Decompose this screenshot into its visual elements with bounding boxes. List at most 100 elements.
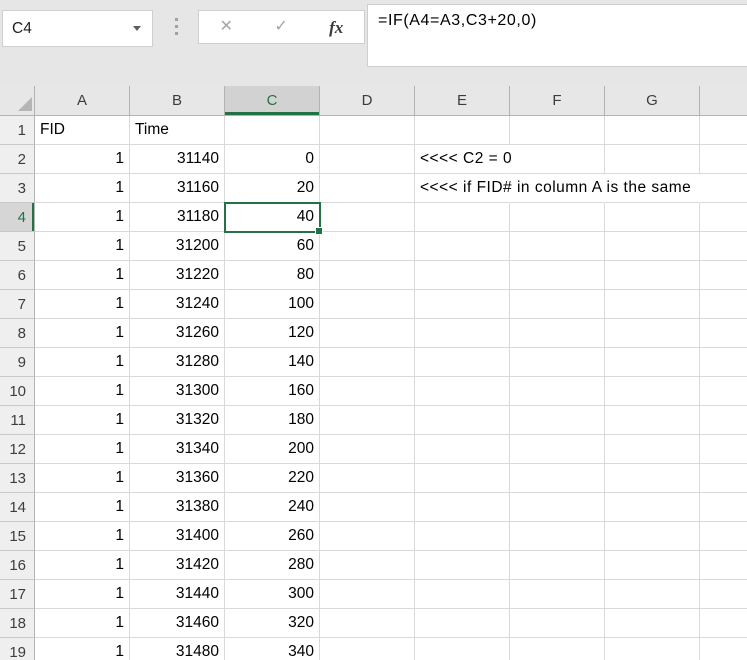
fill-handle[interactable] — [315, 227, 323, 235]
cell-B13[interactable]: 31360 — [130, 464, 225, 493]
cell-D11[interactable] — [320, 406, 415, 435]
cell-C4[interactable]: 40 — [225, 203, 320, 232]
cell-A1[interactable]: FID — [35, 116, 130, 145]
cell-B15[interactable]: 31400 — [130, 522, 225, 551]
cell-G8[interactable] — [605, 319, 700, 348]
cell-D3[interactable] — [320, 174, 415, 203]
cell-B19[interactable]: 31480 — [130, 638, 225, 660]
cell-E17[interactable] — [415, 580, 510, 609]
cell-E1[interactable] — [415, 116, 510, 145]
cell-C13[interactable]: 220 — [225, 464, 320, 493]
column-header-C[interactable]: C — [225, 86, 320, 116]
cell-B16[interactable]: 31420 — [130, 551, 225, 580]
cell-E4[interactable] — [415, 203, 510, 232]
cell-partial-12[interactable] — [700, 435, 747, 464]
cell-partial-14[interactable] — [700, 493, 747, 522]
cell-D17[interactable] — [320, 580, 415, 609]
column-header-B[interactable]: B — [130, 86, 225, 116]
cell-E7[interactable] — [415, 290, 510, 319]
cell-A16[interactable]: 1 — [35, 551, 130, 580]
row-header-17[interactable]: 17 — [0, 580, 35, 609]
cell-F16[interactable] — [510, 551, 605, 580]
cell-F8[interactable] — [510, 319, 605, 348]
cell-G16[interactable] — [605, 551, 700, 580]
cell-C8[interactable]: 120 — [225, 319, 320, 348]
cell-B18[interactable]: 31460 — [130, 609, 225, 638]
cell-C18[interactable]: 320 — [225, 609, 320, 638]
cell-D18[interactable] — [320, 609, 415, 638]
cell-E6[interactable] — [415, 261, 510, 290]
cell-F7[interactable] — [510, 290, 605, 319]
cell-partial-18[interactable] — [700, 609, 747, 638]
column-header-D[interactable]: D — [320, 86, 415, 116]
cell-F4[interactable] — [510, 203, 605, 232]
cell-G2[interactable] — [605, 145, 700, 174]
cell-B6[interactable]: 31220 — [130, 261, 225, 290]
cell-B1[interactable]: Time — [130, 116, 225, 145]
cell-D19[interactable] — [320, 638, 415, 660]
formula-input[interactable]: =IF(A4=A3,C3+20,0) — [367, 4, 747, 67]
cell-G9[interactable] — [605, 348, 700, 377]
cell-D13[interactable] — [320, 464, 415, 493]
column-header-partial[interactable] — [700, 86, 747, 116]
cell-D10[interactable] — [320, 377, 415, 406]
cell-partial-3[interactable] — [700, 174, 747, 203]
cell-C7[interactable]: 100 — [225, 290, 320, 319]
cell-E8[interactable] — [415, 319, 510, 348]
cell-F1[interactable] — [510, 116, 605, 145]
row-header-11[interactable]: 11 — [0, 406, 35, 435]
row-header-8[interactable]: 8 — [0, 319, 35, 348]
cell-B7[interactable]: 31240 — [130, 290, 225, 319]
column-header-F[interactable]: F — [510, 86, 605, 116]
cell-A14[interactable]: 1 — [35, 493, 130, 522]
cell-partial-1[interactable] — [700, 116, 747, 145]
cell-D15[interactable] — [320, 522, 415, 551]
name-box-dropdown-icon[interactable] — [133, 26, 141, 31]
cell-F5[interactable] — [510, 232, 605, 261]
cell-D8[interactable] — [320, 319, 415, 348]
row-header-13[interactable]: 13 — [0, 464, 35, 493]
cell-A4[interactable]: 1 — [35, 203, 130, 232]
cell-B2[interactable]: 31140 — [130, 145, 225, 174]
cell-G6[interactable] — [605, 261, 700, 290]
cell-partial-2[interactable] — [700, 145, 747, 174]
enter-icon[interactable]: ✓ — [274, 19, 287, 35]
cell-E19[interactable] — [415, 638, 510, 660]
cell-partial-13[interactable] — [700, 464, 747, 493]
row-header-10[interactable]: 10 — [0, 377, 35, 406]
cell-G5[interactable] — [605, 232, 700, 261]
cell-A5[interactable]: 1 — [35, 232, 130, 261]
cell-E15[interactable] — [415, 522, 510, 551]
cell-D1[interactable] — [320, 116, 415, 145]
cell-E12[interactable] — [415, 435, 510, 464]
row-header-14[interactable]: 14 — [0, 493, 35, 522]
cell-A15[interactable]: 1 — [35, 522, 130, 551]
cell-G10[interactable] — [605, 377, 700, 406]
cell-E11[interactable] — [415, 406, 510, 435]
cell-G17[interactable] — [605, 580, 700, 609]
cell-B8[interactable]: 31260 — [130, 319, 225, 348]
cell-C14[interactable]: 240 — [225, 493, 320, 522]
cell-C15[interactable]: 260 — [225, 522, 320, 551]
cell-B17[interactable]: 31440 — [130, 580, 225, 609]
row-header-1[interactable]: 1 — [0, 116, 35, 145]
cell-E5[interactable] — [415, 232, 510, 261]
cell-B3[interactable]: 31160 — [130, 174, 225, 203]
cell-A19[interactable]: 1 — [35, 638, 130, 660]
cell-F12[interactable] — [510, 435, 605, 464]
cell-partial-6[interactable] — [700, 261, 747, 290]
cell-partial-10[interactable] — [700, 377, 747, 406]
column-header-A[interactable]: A — [35, 86, 130, 116]
row-header-4[interactable]: 4 — [0, 203, 35, 232]
cell-partial-4[interactable] — [700, 203, 747, 232]
cell-D12[interactable] — [320, 435, 415, 464]
cell-C10[interactable]: 160 — [225, 377, 320, 406]
cell-E2[interactable]: <<<< C2 = 0 — [415, 145, 512, 174]
cell-A13[interactable]: 1 — [35, 464, 130, 493]
cell-partial-11[interactable] — [700, 406, 747, 435]
cell-F19[interactable] — [510, 638, 605, 660]
cell-F15[interactable] — [510, 522, 605, 551]
cell-C5[interactable]: 60 — [225, 232, 320, 261]
cell-partial-9[interactable] — [700, 348, 747, 377]
cell-D7[interactable] — [320, 290, 415, 319]
